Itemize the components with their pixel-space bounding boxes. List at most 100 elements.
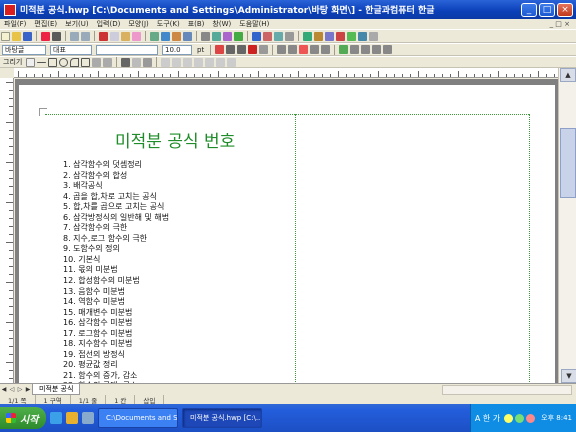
formula-list-item[interactable]: 18. 지수함수 미분법 [63,339,169,350]
formula-list-item[interactable]: 9. 도함수의 정의 [63,244,169,255]
menu-edit[interactable]: 편집(E) [30,19,61,29]
hanja-icon[interactable] [223,31,232,41]
vertical-ruler[interactable] [0,78,14,383]
formula-list-item[interactable]: 11. 몫의 미분법 [63,265,169,276]
select-arrow-icon[interactable] [26,57,36,67]
column-icon[interactable] [303,31,312,41]
print-icon[interactable] [52,31,61,41]
find-icon[interactable] [201,31,210,41]
hwp-app-icon[interactable] [4,3,16,16]
open-folder-icon[interactable] [12,31,21,41]
formula-list-item[interactable]: 16. 삼각함수 미분법 [63,318,169,329]
send-back-icon[interactable] [194,57,204,67]
formula-list-item[interactable]: 7. 삼각함수의 극한 [63,223,169,234]
bookmark-icon[interactable] [263,31,272,41]
menu-tools[interactable]: 도구(K) [153,19,184,29]
document-window-controls[interactable]: _ □ × [550,19,576,29]
menu-insert[interactable]: 입력(D) [93,19,125,29]
minimize-button[interactable]: _ [521,2,537,17]
document-page[interactable]: 미적분 공식 번호 1. 삼각함수의 덧셈정리 2. 삼각함수의 합성 3. 배각공… [19,85,555,383]
print-preview-icon[interactable] [41,31,50,41]
menu-window[interactable]: 창(W) [208,19,235,29]
cut-icon[interactable] [99,31,108,41]
highlight-icon[interactable] [259,45,269,54]
tab-prev-icon[interactable]: ◁ [8,386,16,394]
flip-icon[interactable] [216,57,226,67]
formula-list-item[interactable]: 4. 곱을 합,차로 고치는 공식 [63,192,169,203]
document-title[interactable]: 미적분 공식 번호 [115,127,235,152]
distribute-icon[interactable] [321,45,331,54]
save-icon[interactable] [23,31,32,41]
formula-list-item[interactable]: 12. 합성함수의 미분법 [63,276,169,287]
line-style-icon[interactable] [143,57,153,67]
track-changes-icon[interactable] [336,31,345,41]
explorer-quicklaunch-icon[interactable] [66,412,78,424]
hyperlink-icon[interactable] [252,31,261,41]
copy-icon[interactable] [110,31,119,41]
start-button[interactable]: 시작 [0,407,46,429]
formula-list-item[interactable]: 5. 합,차를 곱으로 고치는 공식 [63,202,169,213]
formula-list[interactable]: 1. 삼각함수의 덧셈정리 2. 삼각함수의 합성 3. 배각공식 4. 곱을 합,차… [63,160,169,383]
vertical-scrollbar[interactable]: ▲ ▼ [558,68,576,383]
formula-list-item[interactable]: 15. 매개변수 미분법 [63,308,169,319]
align-left-icon[interactable] [288,45,298,54]
formula-list-item[interactable]: 8. 지수,로그 함수의 극한 [63,234,169,245]
formula-list-item[interactable]: 19. 접선의 방정식 [63,350,169,361]
shape-icon[interactable] [183,31,192,41]
tab-first-icon[interactable]: ◀ [0,386,8,394]
scroll-up-icon[interactable]: ▲ [560,68,576,82]
ellipse-icon[interactable] [59,57,69,67]
mail-icon[interactable] [358,31,367,41]
tray-icon[interactable] [526,413,536,423]
taskbar-hwp-window[interactable]: 미적분 공식.hwp [C:\... [182,408,262,428]
arc-icon[interactable] [70,57,80,67]
document-canvas[interactable]: 미적분 공식 번호 1. 삼각함수의 덧셈정리 2. 삼각함수의 합성 3. 배각공… [15,79,558,383]
bold-icon[interactable] [215,45,225,54]
options-icon[interactable] [369,31,378,41]
rotate-icon[interactable] [205,57,215,67]
status-insert-mode[interactable]: 삽입 [135,394,165,405]
horizontal-scrollbar[interactable] [442,384,572,395]
indent-increase-icon[interactable] [383,45,393,54]
ie-quicklaunch-icon[interactable] [50,412,62,424]
ime-indicator[interactable]: A 한 가 [475,413,500,424]
align-center-icon[interactable] [299,45,309,54]
fill-color-icon[interactable] [132,57,142,67]
group-icon[interactable] [161,57,171,67]
line-icon[interactable] [37,61,47,63]
underline-icon[interactable] [237,45,247,54]
new-document-icon[interactable] [1,31,10,41]
image-icon[interactable] [172,31,181,41]
tray-icon[interactable] [515,413,525,423]
tray-icon[interactable] [504,413,514,423]
formula-list-item[interactable]: 10. 기본식 [63,255,169,266]
maximize-button[interactable]: □ [539,2,555,17]
curve-icon[interactable] [92,57,102,67]
polygon-icon[interactable] [81,57,91,67]
bullets-icon[interactable] [350,45,360,54]
formula-list-item[interactable]: 14. 역함수 미분법 [63,297,169,308]
page-setup-icon[interactable] [314,31,323,41]
menu-file[interactable]: 파일(F) [0,19,30,29]
tab-last-icon[interactable]: ▶ [24,386,32,394]
italic-icon[interactable] [226,45,236,54]
rectangle-icon[interactable] [48,57,58,67]
scroll-thumb[interactable] [560,128,576,198]
spellcheck-icon[interactable] [212,31,221,41]
tab-document[interactable]: 미적분 공식 [32,384,81,395]
align-justify-icon[interactable] [277,45,287,54]
font-size-field[interactable]: 10.0 [162,44,192,55]
menu-view[interactable]: 보기(U) [61,19,92,29]
close-button[interactable]: × [557,2,573,17]
horizontal-ruler[interactable] [14,68,558,78]
indent-decrease-icon[interactable] [372,45,382,54]
bring-front-icon[interactable] [183,57,193,67]
zoom-icon[interactable] [325,31,334,41]
line-spacing-icon[interactable] [339,45,349,54]
formula-list-item[interactable]: 17. 로그함수 미분법 [63,329,169,340]
equation-icon[interactable] [234,31,243,41]
undo-icon[interactable] [70,31,79,41]
formula-list-item[interactable]: 6. 삼각방정식의 일반해 및 해법 [63,213,169,224]
formula-list-item[interactable]: 3. 배각공식 [63,181,169,192]
textbox-icon[interactable] [103,57,113,67]
